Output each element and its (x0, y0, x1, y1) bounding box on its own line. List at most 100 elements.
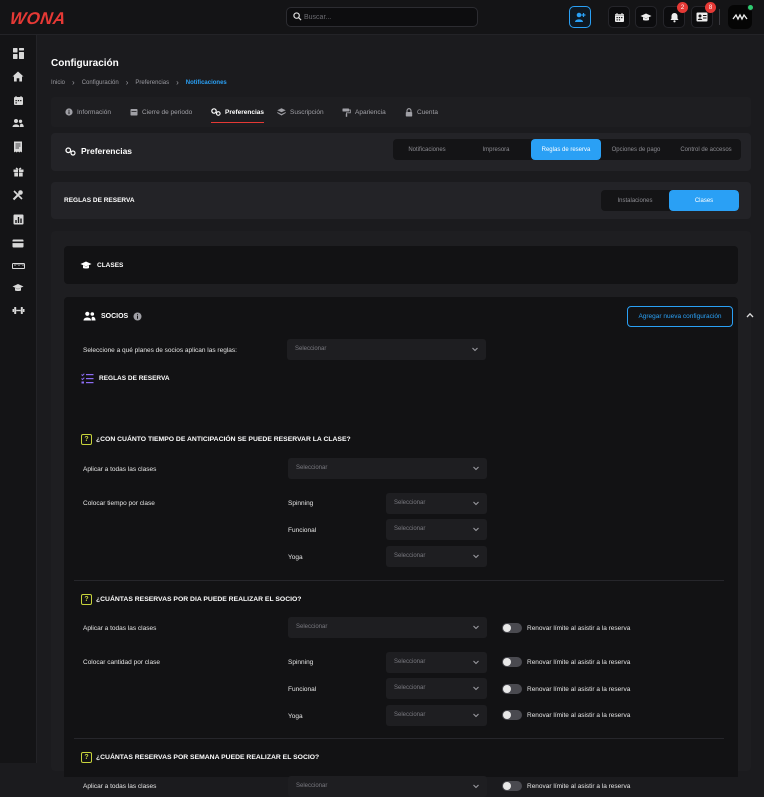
tab-cuenta[interactable]: Cuenta (405, 97, 438, 127)
sidebar-item-sales[interactable] (10, 139, 26, 155)
q1-apply-all-select[interactable]: Seleccionar (288, 458, 487, 479)
apply-all-label: Aplicar a todas las clases (83, 466, 157, 473)
tab-label: Preferencias (225, 108, 265, 116)
tab-informacion[interactable]: Información (65, 97, 111, 127)
chevron-down-icon (473, 713, 479, 718)
renew-limit-toggle[interactable] (502, 684, 522, 694)
per-class-label: Colocar cantidad por clase (83, 659, 160, 666)
add-user-button[interactable] (569, 6, 591, 28)
sidebar-item-dashboard[interactable] (10, 45, 26, 61)
plans-select[interactable]: Seleccionar (287, 339, 486, 360)
q2-spinning-select[interactable]: Seleccionar (386, 652, 487, 673)
preferences-segmented: Notificaciones Impresora Reglas de reser… (393, 139, 741, 160)
class-spinning: Spinning (288, 500, 314, 507)
add-user-icon (575, 12, 586, 22)
sidebar-item-payments[interactable] (10, 235, 26, 251)
chevron-down-icon (472, 347, 478, 352)
class-spinning: Spinning (288, 659, 314, 666)
renew-limit-label: Renovar límite al asistir a la reserva (527, 686, 631, 693)
socios-title: SOCIOS (101, 312, 129, 320)
select-value: Seleccionar (394, 526, 426, 532)
q1-funcional-select[interactable]: Seleccionar (386, 519, 487, 540)
segment-impresora[interactable]: Impresora (461, 139, 531, 160)
sidebar-item-measurements[interactable] (10, 258, 26, 274)
renew-limit-label: Renovar límite al asistir a la reserva (527, 625, 631, 632)
q2-funcional-select[interactable]: Seleccionar (386, 678, 487, 699)
breadcrumb-notificaciones: Notificaciones (185, 79, 227, 86)
segment-instalaciones[interactable]: Instalaciones (601, 190, 669, 211)
top-bar: WONA 2 8 (0, 0, 764, 35)
select-value: Seleccionar (394, 685, 426, 691)
card-icon (12, 239, 24, 247)
segment-notificaciones[interactable]: Notificaciones (393, 139, 461, 160)
checklist-icon (81, 373, 94, 384)
apply-all-label: Aplicar a todas las clases (83, 783, 157, 790)
chevron-down-icon (473, 784, 479, 789)
search-input[interactable] (304, 10, 474, 25)
notifications-button[interactable]: 2 (663, 2, 688, 28)
breadcrumb-configuracion[interactable]: Configuración (82, 80, 119, 86)
tab-cierre-de-periodo[interactable]: Cierre de periodo (130, 97, 192, 127)
chevron-right-icon: › (125, 78, 129, 87)
chevron-up-icon[interactable] (746, 312, 754, 318)
select-value: Seleccionar (394, 659, 426, 665)
online-status-dot (747, 4, 754, 11)
renew-limit-toggle[interactable] (502, 623, 522, 633)
q1-spinning-select[interactable]: Seleccionar (386, 493, 487, 514)
rules-subheader: REGLAS DE RESERVA (81, 373, 170, 384)
renew-limit-toggle[interactable] (502, 657, 522, 667)
clases-title: CLASES (80, 261, 123, 270)
per-class-label: Colocar tiempo por clase (83, 500, 155, 507)
avatar[interactable] (728, 4, 754, 29)
segment-control-de-accesos[interactable]: Control de accesos (671, 139, 741, 160)
q1-yoga-select[interactable]: Seleccionar (386, 546, 487, 567)
renew-limit-label: Renovar límite al asistir a la reserva (527, 712, 631, 719)
dumbbell-icon (12, 306, 24, 314)
apply-all-label: Aplicar a todas las clases (83, 625, 157, 632)
segment-clases[interactable]: Clases (669, 190, 739, 211)
users-icon (12, 119, 24, 127)
rules-title: REGLAS DE RESERVA (99, 375, 170, 382)
renew-limit-toggle[interactable] (502, 781, 522, 791)
select-value: Seleccionar (296, 783, 328, 789)
info-icon[interactable] (133, 312, 142, 321)
chevron-down-icon (473, 501, 479, 506)
sidebar-item-home[interactable] (10, 68, 26, 84)
chevron-right-icon: › (72, 78, 75, 87)
sidebar-item-calendar[interactable] (10, 92, 26, 108)
sidebar-item-users[interactable] (10, 115, 26, 131)
add-configuration-button[interactable]: Agregar nueva configuración (627, 306, 733, 327)
segment-opciones-de-pago[interactable]: Opciones de pago (601, 139, 671, 160)
calendar-button[interactable] (608, 6, 630, 28)
graduation-cap-icon (640, 13, 652, 21)
segment-reglas-de-reserva[interactable]: Reglas de reserva (531, 139, 601, 160)
select-value: Seleccionar (394, 500, 426, 506)
home-icon (12, 71, 24, 81)
logo[interactable]: WONA (9, 9, 67, 29)
q2-yoga-select[interactable]: Seleccionar (386, 705, 487, 726)
bell-icon (670, 12, 678, 22)
contacts-button[interactable]: 8 (691, 2, 716, 28)
renew-limit-toggle[interactable] (502, 710, 522, 720)
chevron-right-icon: › (176, 78, 179, 87)
sidebar-item-reports[interactable] (10, 211, 26, 227)
classes-button[interactable] (635, 6, 657, 28)
sidebar-item-classes[interactable] (10, 280, 26, 296)
clases-section[interactable]: CLASES (64, 246, 738, 284)
breadcrumb-inicio[interactable]: Inicio (51, 80, 65, 86)
sidebar-item-training[interactable] (10, 302, 26, 318)
tab-suscripcion[interactable]: Suscripción (277, 97, 324, 127)
tab-preferencias[interactable]: Preferencias (211, 97, 265, 127)
gears-icon (211, 108, 221, 116)
preferences-card: Preferencias Notificaciones Impresora Re… (51, 133, 751, 171)
question-icon: ? (81, 752, 92, 763)
sidebar (0, 35, 37, 763)
q3-apply-all-select[interactable]: Seleccionar (288, 776, 487, 797)
sidebar-item-tools[interactable] (10, 187, 26, 203)
breadcrumb-preferencias[interactable]: Preferencias (135, 80, 169, 86)
q2-apply-all-select[interactable]: Seleccionar (288, 617, 487, 638)
search-box[interactable] (286, 7, 478, 27)
layers-icon (277, 108, 286, 116)
tab-apariencia[interactable]: Apariencia (342, 97, 386, 127)
sidebar-item-gifts[interactable] (10, 163, 26, 179)
